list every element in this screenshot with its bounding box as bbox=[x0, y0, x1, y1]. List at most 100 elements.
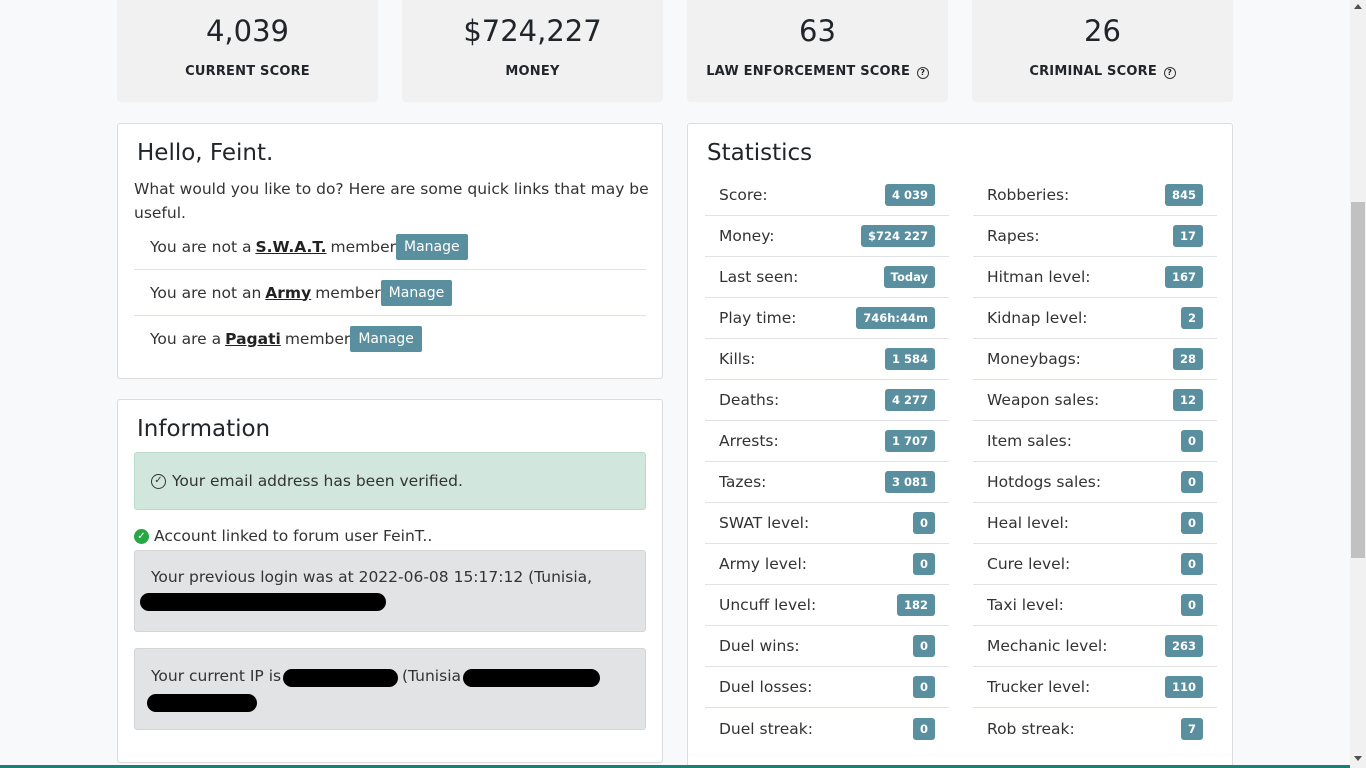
stat-label: Money: bbox=[719, 227, 775, 245]
stat-card-money: $724,227 MONEY bbox=[402, 0, 663, 102]
stat-label: Army level: bbox=[719, 555, 807, 573]
check-circle-filled-icon: ✓ bbox=[134, 528, 149, 544]
stat-label: Robberies: bbox=[987, 186, 1070, 204]
stat-label: Weapon sales: bbox=[987, 391, 1100, 409]
information-panel: Information ✓ Your email address has bee… bbox=[117, 399, 663, 763]
stat-row: Duel losses: 0 bbox=[705, 667, 949, 708]
stat-label: Moneybags: bbox=[987, 350, 1081, 368]
stat-value-badge: 0 bbox=[1180, 512, 1203, 534]
stat-value-badge: 3 081 bbox=[884, 471, 935, 493]
stat-row: Score: 4 039 bbox=[705, 175, 949, 216]
stat-row: Play time: 746h:44m bbox=[705, 298, 949, 339]
stat-value-badge: 110 bbox=[1164, 676, 1203, 698]
stat-row: Trucker level: 110 bbox=[973, 667, 1217, 708]
stat-value-badge: 0 bbox=[912, 717, 935, 740]
stat-label: Uncuff level: bbox=[719, 596, 817, 614]
stat-label: Item sales: bbox=[987, 432, 1072, 450]
membership-group-link[interactable]: Pagati bbox=[225, 330, 281, 348]
scrollbar-thumb[interactable] bbox=[1351, 202, 1365, 558]
stat-label: Taxi level: bbox=[987, 596, 1064, 614]
stat-row: Hitman level: 167 bbox=[973, 257, 1217, 298]
stat-value-badge: 845 bbox=[1164, 184, 1203, 206]
email-verified-text: Your email address has been verified. bbox=[172, 472, 463, 490]
membership-suffix: member bbox=[330, 237, 396, 256]
stat-label: Arrests: bbox=[719, 432, 779, 450]
stat-value-badge: 4 039 bbox=[884, 184, 935, 206]
hello-intro: What would you like to do? Here are some… bbox=[134, 180, 649, 222]
stat-label: Duel streak: bbox=[719, 719, 813, 738]
stat-value-badge: 2 bbox=[1180, 307, 1203, 329]
stat-value-badge: 746h:44m bbox=[856, 307, 935, 329]
scroll-down-arrow-icon[interactable] bbox=[1354, 756, 1362, 761]
stat-label: Mechanic level: bbox=[987, 637, 1108, 655]
redacted-block bbox=[140, 593, 386, 611]
help-icon[interactable]: ? bbox=[1163, 67, 1176, 79]
stat-row: Robberies: 845 bbox=[973, 175, 1217, 216]
stat-value-badge: 0 bbox=[912, 635, 935, 657]
stat-row: Uncuff level: 182 bbox=[705, 585, 949, 626]
statistics-title: Statistics bbox=[707, 140, 813, 166]
stat-label: Deaths: bbox=[719, 391, 780, 409]
stat-card-criminal-score: 26 CRIMINAL SCORE ? bbox=[972, 0, 1233, 102]
stat-label: Kidnap level: bbox=[987, 309, 1088, 327]
stat-value-badge: 0 bbox=[1180, 553, 1203, 575]
stat-value-badge: 0 bbox=[1180, 594, 1203, 616]
statistics-panel: Statistics Score: 4 039 Money: $724 227 Last… bbox=[687, 123, 1233, 768]
statistics-right-column: Robberies: 845 Rapes: 17 Hitman level: 167 Kid… bbox=[973, 175, 1217, 749]
stat-card-value: 4,039 bbox=[205, 14, 290, 48]
stat-label: Hotdogs sales: bbox=[987, 473, 1102, 491]
stat-row: Taxi level: 0 bbox=[973, 585, 1217, 626]
manage-button[interactable]: Manage bbox=[396, 233, 468, 260]
membership-row-army: You are not an Army member Manage bbox=[134, 270, 646, 316]
membership-group-link[interactable]: S.W.A.T. bbox=[255, 238, 326, 256]
redacted-block bbox=[463, 669, 600, 687]
previous-login-box: Your previous login was at 2022-06-08 15… bbox=[134, 550, 646, 632]
stat-label: Kills: bbox=[719, 350, 756, 368]
manage-button[interactable]: Manage bbox=[380, 279, 453, 306]
stat-value-badge: $724 227 bbox=[860, 225, 935, 247]
redacted-block bbox=[283, 669, 398, 687]
membership-prefix: You are not an bbox=[150, 283, 262, 302]
stat-label: Score: bbox=[719, 186, 768, 204]
page: 4,039 CURRENT SCORE $724,227 MONEY 63 LA… bbox=[0, 0, 1350, 768]
check-circle-icon: ✓ bbox=[151, 473, 166, 489]
stat-card-value: 26 bbox=[1084, 14, 1121, 48]
stat-label: Play time: bbox=[719, 309, 797, 327]
stat-value-badge: 1 584 bbox=[884, 348, 935, 370]
stat-value-badge: 0 bbox=[912, 512, 935, 534]
forum-linked-status: ✓ Account linked to forum user FeinT.. bbox=[134, 527, 432, 545]
stat-value-badge: 0 bbox=[912, 553, 935, 575]
stat-value-badge: 0 bbox=[912, 676, 935, 698]
stat-label: Hitman level: bbox=[987, 268, 1091, 286]
membership-suffix: member bbox=[315, 283, 381, 302]
stat-label: SWAT level: bbox=[719, 514, 810, 532]
current-ip-country: (Tunisia bbox=[402, 667, 461, 685]
stat-row: Moneybags: 28 bbox=[973, 339, 1217, 380]
statistics-left-column: Score: 4 039 Money: $724 227 Last seen: Today… bbox=[705, 175, 949, 749]
stat-card-label: CRIMINAL SCORE ? bbox=[972, 64, 1233, 79]
stat-card-label: CURRENT SCORE bbox=[185, 64, 310, 79]
stat-row: Kills: 1 584 bbox=[705, 339, 949, 380]
stat-value-badge: 182 bbox=[896, 594, 935, 616]
stat-label: Duel losses: bbox=[719, 678, 813, 696]
stat-row: Rob streak: 7 bbox=[973, 708, 1217, 749]
stat-card-value: $724,227 bbox=[463, 14, 602, 48]
stat-card-label: LAW ENFORCEMENT SCORE ? bbox=[687, 64, 948, 79]
forum-linked-text: Account linked to forum user FeinT.. bbox=[154, 527, 433, 545]
membership-group-link[interactable]: Army bbox=[265, 284, 311, 302]
stat-row: Hotdogs sales: 0 bbox=[973, 462, 1217, 503]
stat-row: Heal level: 0 bbox=[973, 503, 1217, 544]
stat-label: Heal level: bbox=[987, 514, 1070, 532]
current-ip-box: Your current IP is (Tunisia bbox=[134, 648, 646, 730]
membership-suffix: member bbox=[284, 330, 351, 348]
stat-row: Tazes: 3 081 bbox=[705, 462, 949, 503]
stat-row: Mechanic level: 263 bbox=[973, 626, 1217, 667]
help-icon[interactable]: ? bbox=[916, 67, 929, 79]
manage-button[interactable]: Manage bbox=[350, 326, 422, 352]
scroll-up-arrow-icon[interactable] bbox=[1354, 4, 1362, 9]
stat-row: Army level: 0 bbox=[705, 544, 949, 585]
stat-value-badge: 167 bbox=[1164, 266, 1203, 288]
stat-card-value: 63 bbox=[799, 14, 836, 48]
stat-card-label: MONEY bbox=[505, 64, 560, 79]
stat-value-badge: 0 bbox=[1180, 430, 1203, 452]
